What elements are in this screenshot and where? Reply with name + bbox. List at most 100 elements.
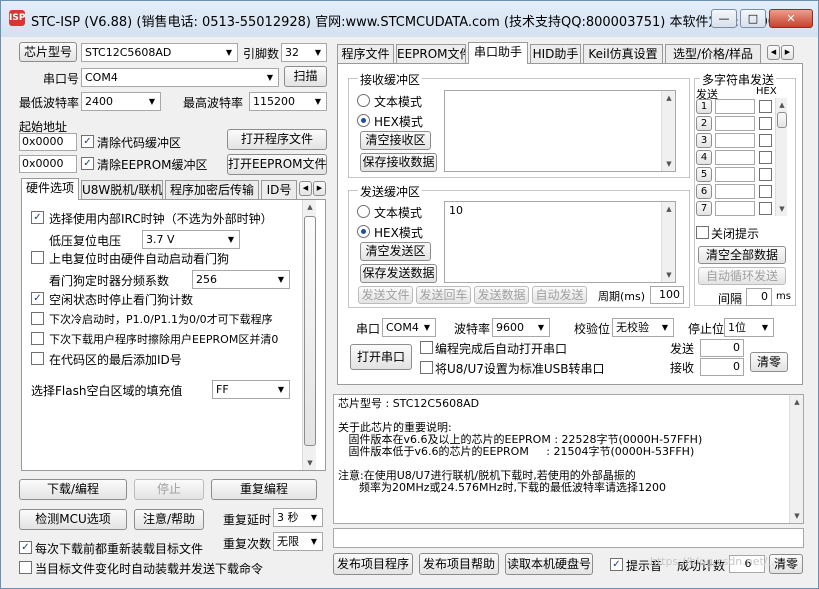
usb-serial-checkbox[interactable] xyxy=(420,361,433,374)
tab-program-file[interactable]: 程序文件 xyxy=(337,44,394,64)
options-scrollbar[interactable]: ▲ ▼ xyxy=(302,200,316,470)
serial-port-select[interactable]: COM4 ▼ xyxy=(382,318,436,337)
tab-encrypt[interactable]: 程序加密后传输 xyxy=(165,180,259,200)
tab-eeprom-file[interactable]: EEPROM文件 xyxy=(396,44,466,64)
recv-hex-mode-radio[interactable] xyxy=(357,114,370,127)
scroll-down-icon[interactable]: ▼ xyxy=(662,157,676,171)
log-scrollbar[interactable]: ▲ ▼ xyxy=(789,395,803,523)
cold-start-checkbox[interactable] xyxy=(31,312,44,325)
scroll-thumb[interactable] xyxy=(777,112,787,128)
send-data-button[interactable]: 发送数据 xyxy=(474,286,529,304)
tab-hardware-options[interactable]: 硬件选项 xyxy=(21,178,79,200)
period-input[interactable]: 100 xyxy=(650,286,684,304)
scroll-up-icon[interactable]: ▲ xyxy=(303,200,317,214)
scroll-up-icon[interactable]: ▲ xyxy=(776,98,788,112)
multi-string-input[interactable] xyxy=(715,184,755,199)
multi-send-row-button[interactable]: 4 xyxy=(696,150,712,165)
auto-load-checkbox[interactable] xyxy=(19,561,32,574)
publish-help-button[interactable]: 发布项目帮助 xyxy=(419,553,499,575)
repeat-count-select[interactable]: 无限 ▼ xyxy=(273,532,323,551)
multi-send-row-button[interactable]: 5 xyxy=(696,167,712,182)
multi-hex-checkbox[interactable] xyxy=(759,151,772,164)
sound-checkbox[interactable]: ✓ xyxy=(610,558,623,571)
stop-bit-select[interactable]: 1位 ▼ xyxy=(724,318,774,337)
multi-string-input[interactable] xyxy=(715,99,755,114)
send-return-button[interactable]: 发送回车 xyxy=(416,286,471,304)
low-volt-select[interactable]: 3.7 V ▼ xyxy=(142,230,240,249)
scroll-thumb[interactable] xyxy=(304,216,316,446)
baud-select[interactable]: 9600 ▼ xyxy=(492,318,550,337)
scroll-down-icon[interactable]: ▼ xyxy=(776,202,788,216)
clear-code-checkbox[interactable]: ✓ xyxy=(81,135,94,148)
max-baud-select[interactable]: 115200 ▼ xyxy=(249,92,327,111)
scan-button[interactable]: 扫描 xyxy=(284,66,327,87)
scroll-down-icon[interactable]: ▼ xyxy=(662,268,676,282)
port-select[interactable]: COM4 ▼ xyxy=(81,68,279,87)
multi-hex-checkbox[interactable] xyxy=(759,168,772,181)
multi-string-input[interactable] xyxy=(715,150,755,165)
multi-send-row-button[interactable]: 1 xyxy=(696,99,712,114)
detect-mcu-button[interactable]: 检测MCU选项 xyxy=(19,509,127,530)
multi-string-input[interactable] xyxy=(715,116,755,131)
open-program-button[interactable]: 打开程序文件 xyxy=(227,129,327,150)
send-file-button[interactable]: 发送文件 xyxy=(358,286,413,304)
multi-hex-checkbox[interactable] xyxy=(759,100,772,113)
multi-hex-checkbox[interactable] xyxy=(759,117,772,130)
tab-hid-assistant[interactable]: HID助手 xyxy=(530,44,581,64)
stop-button[interactable]: 停止 xyxy=(134,479,204,500)
idle-wdt-checkbox[interactable]: ✓ xyxy=(31,292,44,305)
erase-eeprom-checkbox[interactable] xyxy=(31,332,44,345)
receive-textarea[interactable] xyxy=(444,90,676,172)
tab-u8w[interactable]: U8W脱机/联机 xyxy=(81,180,163,200)
eeprom-address-input[interactable]: 0x0000 xyxy=(19,155,77,173)
scroll-down-icon[interactable]: ▼ xyxy=(303,456,317,470)
maximize-button[interactable]: □ xyxy=(740,9,766,28)
receive-scrollbar[interactable]: ▲ ▼ xyxy=(661,91,675,171)
send-hex-mode-radio[interactable] xyxy=(357,225,370,238)
tab-scroll-right-icon[interactable]: ▶ xyxy=(313,181,326,196)
interval-input[interactable]: 0 xyxy=(746,288,772,306)
save-send-button[interactable]: 保存发送数据 xyxy=(360,264,437,283)
multi-hex-checkbox[interactable] xyxy=(759,202,772,215)
multi-string-input[interactable] xyxy=(715,201,755,216)
send-scrollbar[interactable]: ▲ ▼ xyxy=(661,202,675,282)
auto-loop-button[interactable]: 自动循环发送 xyxy=(698,267,786,285)
read-disk-button[interactable]: 读取本机硬盘号 xyxy=(505,553,593,575)
wdt-divider-select[interactable]: 256 ▼ xyxy=(192,270,290,289)
multi-string-input[interactable] xyxy=(715,167,755,182)
tab-scroll-left-icon[interactable]: ◀ xyxy=(299,181,312,196)
reload-checkbox[interactable]: ✓ xyxy=(19,541,32,554)
multi-send-row-button[interactable]: 3 xyxy=(696,133,712,148)
tab-scroll-left-icon[interactable]: ◀ xyxy=(767,45,780,60)
irc-clock-checkbox[interactable]: ✓ xyxy=(31,211,44,224)
auto-open-checkbox[interactable] xyxy=(420,341,433,354)
publish-program-button[interactable]: 发布项目程序 xyxy=(333,553,413,575)
add-id-checkbox[interactable] xyxy=(31,352,44,365)
tab-scroll-right-icon[interactable]: ▶ xyxy=(781,45,794,60)
open-eeprom-button[interactable]: 打开EEPROM文件 xyxy=(227,154,327,175)
tab-serial-assistant[interactable]: 串口助手 xyxy=(468,42,528,64)
min-baud-select[interactable]: 2400 ▼ xyxy=(81,92,161,111)
tab-selection-price[interactable]: 选型/价格/样品 xyxy=(665,44,761,64)
chip-model-select[interactable]: STC12C5608AD ▼ xyxy=(81,43,238,62)
download-button[interactable]: 下载/编程 xyxy=(19,479,127,500)
multi-hex-checkbox[interactable] xyxy=(759,185,772,198)
send-textarea[interactable]: 10 xyxy=(444,201,676,283)
code-address-input[interactable]: 0x0000 xyxy=(19,133,77,151)
multi-send-row-button[interactable]: 6 xyxy=(696,184,712,199)
close-hint-checkbox[interactable] xyxy=(696,226,709,239)
scroll-up-icon[interactable]: ▲ xyxy=(662,91,676,105)
help-button[interactable]: 注意/帮助 xyxy=(134,509,204,530)
pin-count-select[interactable]: 32 ▼ xyxy=(281,43,327,62)
send-text-mode-radio[interactable] xyxy=(357,205,370,218)
fill-value-select[interactable]: FF ▼ xyxy=(212,380,290,399)
clear-receive-button[interactable]: 清空接收区 xyxy=(360,131,431,150)
reprogram-button[interactable]: 重复编程 xyxy=(211,479,317,500)
parity-select[interactable]: 无校验 ▼ xyxy=(612,318,674,337)
save-receive-button[interactable]: 保存接收数据 xyxy=(360,153,437,172)
scroll-up-icon[interactable]: ▲ xyxy=(662,202,676,216)
multi-scrollbar[interactable]: ▲ ▼ xyxy=(775,98,787,216)
multi-hex-checkbox[interactable] xyxy=(759,134,772,147)
scroll-down-icon[interactable]: ▼ xyxy=(790,509,804,523)
multi-string-input[interactable] xyxy=(715,133,755,148)
